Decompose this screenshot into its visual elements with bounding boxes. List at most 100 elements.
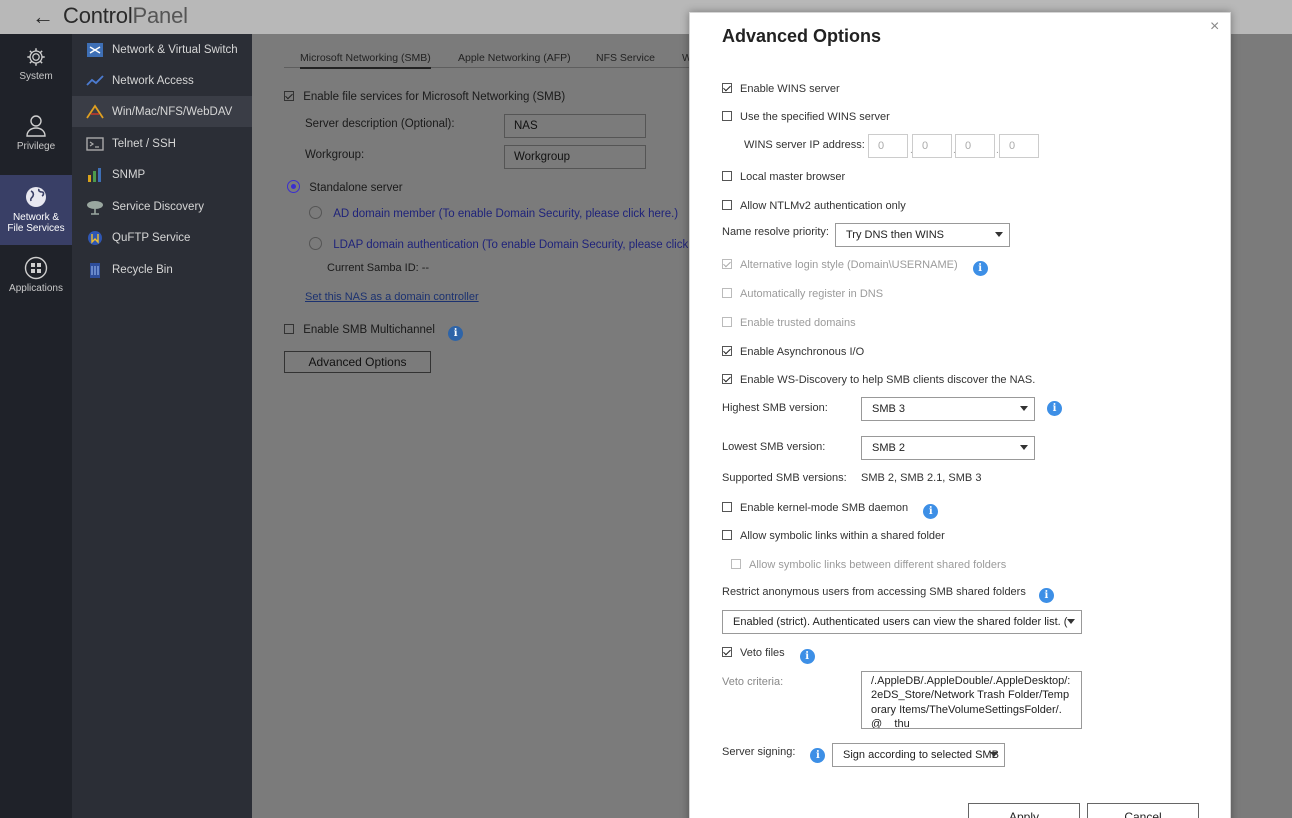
back-arrow-icon[interactable]: ← bbox=[32, 4, 54, 30]
lowest-smb-select[interactable]: SMB 2 bbox=[861, 436, 1035, 460]
kernel-mode-row: Enable kernel-mode SMB daemon i bbox=[722, 502, 939, 519]
enable-smb-checkbox[interactable] bbox=[284, 91, 294, 101]
enable-smb-row: Enable file services for Microsoft Netwo… bbox=[284, 91, 565, 103]
ldap-auth-row: LDAP domain authentication (To enable Do… bbox=[309, 237, 721, 251]
user-icon bbox=[26, 115, 46, 137]
wins-server-checkbox[interactable] bbox=[722, 83, 732, 93]
wins-ip-octet-3[interactable]: 0 bbox=[955, 134, 995, 158]
tab-microsoft-networking[interactable]: Microsoft Networking (SMB) bbox=[300, 52, 431, 69]
alt-login-checkbox[interactable] bbox=[722, 259, 732, 269]
info-icon[interactable]: i bbox=[972, 261, 988, 276]
ad-member-radio[interactable] bbox=[309, 206, 322, 219]
close-icon[interactable]: × bbox=[1210, 18, 1219, 36]
subnav-item-service-discovery[interactable]: Service Discovery bbox=[72, 191, 252, 222]
globe-icon bbox=[26, 187, 46, 207]
standalone-server-radio[interactable] bbox=[287, 180, 300, 193]
rail-label-network-line1: Network & bbox=[12, 212, 60, 223]
ws-discovery-row: Enable WS-Discovery to help SMB clients … bbox=[722, 374, 1035, 386]
veto-criteria-label: Veto criteria: bbox=[722, 676, 784, 688]
subnav-item-snmp[interactable]: SNMP bbox=[72, 159, 252, 190]
apply-button[interactable]: Apply bbox=[968, 803, 1080, 818]
rail-item-applications[interactable]: Applications bbox=[0, 256, 72, 298]
alt-login-row: Alternative login style (Domain\USERNAME… bbox=[722, 259, 988, 276]
auto-register-row: Automatically register in DNS bbox=[722, 288, 883, 300]
trusted-domains-row: Enable trusted domains bbox=[722, 317, 856, 329]
ad-member-row: AD domain member (To enable Domain Secur… bbox=[309, 206, 678, 220]
server-signing-value: Sign according to selected SMB bbox=[843, 749, 999, 761]
trusted-domains-checkbox[interactable] bbox=[722, 317, 732, 327]
advanced-options-button[interactable]: Advanced Options bbox=[284, 351, 431, 373]
alt-login-label: Alternative login style (Domain\USERNAME… bbox=[740, 259, 958, 271]
subnav-item-quftp-service[interactable]: QuFTP Service bbox=[72, 222, 252, 253]
subnav-item-network-virtual-switch[interactable]: Network & Virtual Switch bbox=[72, 34, 252, 65]
rail-label-privilege: Privilege bbox=[16, 141, 56, 152]
subnav-item-telnet-ssh[interactable]: Telnet / SSH bbox=[72, 128, 252, 159]
local-master-row: Local master browser bbox=[722, 171, 845, 183]
auto-register-checkbox[interactable] bbox=[722, 288, 732, 298]
ad-member-label[interactable]: AD domain member (To enable Domain Secur… bbox=[333, 208, 678, 220]
ntlmv2-checkbox[interactable] bbox=[722, 200, 732, 210]
trusted-domains-label: Enable trusted domains bbox=[740, 317, 856, 329]
terminal-icon bbox=[86, 136, 104, 151]
standalone-server-label: Standalone server bbox=[309, 182, 403, 194]
network-icon bbox=[86, 74, 104, 86]
ws-discovery-checkbox[interactable] bbox=[722, 374, 732, 384]
subnav-label: Network Access bbox=[112, 74, 194, 87]
veto-files-row: Veto files i bbox=[722, 647, 815, 664]
async-io-label: Enable Asynchronous I/O bbox=[740, 346, 865, 358]
symlinks-between-checkbox[interactable] bbox=[731, 559, 741, 569]
ntlmv2-row: Allow NTLMv2 authentication only bbox=[722, 200, 906, 212]
ldap-auth-label[interactable]: LDAP domain authentication (To enable Do… bbox=[333, 239, 721, 251]
name-resolve-value: Try DNS then WINS bbox=[846, 229, 944, 241]
server-description-input[interactable]: NAS bbox=[504, 114, 646, 138]
info-icon[interactable]: i bbox=[923, 504, 939, 519]
symlinks-checkbox[interactable] bbox=[722, 530, 732, 540]
info-icon[interactable]: i bbox=[448, 326, 464, 341]
info-icon[interactable]: i bbox=[1038, 588, 1054, 603]
veto-files-checkbox[interactable] bbox=[722, 647, 732, 657]
ldap-auth-radio[interactable] bbox=[309, 237, 322, 250]
subnav-item-win-mac-nfs-webdav[interactable]: Win/Mac/NFS/WebDAV bbox=[72, 96, 252, 127]
info-icon[interactable]: i bbox=[810, 748, 826, 763]
wins-ip-octet-2[interactable]: 0 bbox=[912, 134, 952, 158]
rail-item-system[interactable]: System bbox=[0, 46, 72, 86]
tab-nfs-service[interactable]: NFS Service bbox=[596, 52, 655, 64]
rail-item-network-file-services[interactable]: Network & File Services bbox=[0, 175, 72, 245]
chevron-down-icon bbox=[1020, 445, 1028, 450]
smb-multichannel-checkbox[interactable] bbox=[284, 324, 294, 334]
veto-criteria-textarea[interactable]: /.AppleDB/.AppleDouble/.AppleDesktop/:2e… bbox=[861, 671, 1082, 729]
standalone-server-row: Standalone server bbox=[287, 180, 403, 194]
kernel-mode-checkbox[interactable] bbox=[722, 502, 732, 512]
kernel-mode-label: Enable kernel-mode SMB daemon bbox=[740, 502, 909, 514]
samba-id-text: Current Samba ID: -- bbox=[327, 262, 430, 274]
workgroup-input[interactable]: Workgroup bbox=[504, 145, 646, 169]
tab-apple-networking[interactable]: Apple Networking (AFP) bbox=[458, 52, 571, 64]
domain-controller-link[interactable]: Set this NAS as a domain controller bbox=[305, 291, 479, 303]
chevron-down-icon bbox=[995, 232, 1003, 237]
info-icon[interactable]: i bbox=[799, 649, 815, 664]
name-resolve-select[interactable]: Try DNS then WINS bbox=[835, 223, 1010, 247]
highest-smb-select[interactable]: SMB 3 bbox=[861, 397, 1035, 421]
local-master-checkbox[interactable] bbox=[722, 171, 732, 181]
veto-files-label: Veto files bbox=[740, 647, 785, 659]
local-master-label: Local master browser bbox=[740, 171, 846, 183]
highest-smb-label: Highest SMB version: bbox=[722, 402, 828, 414]
supported-smb-label: Supported SMB versions: bbox=[722, 472, 847, 484]
use-wins-checkbox[interactable] bbox=[722, 111, 732, 121]
restrict-anon-select[interactable]: Enabled (strict). Authenticated users ca… bbox=[722, 610, 1082, 634]
async-io-checkbox[interactable] bbox=[722, 346, 732, 356]
server-signing-select[interactable]: Sign according to selected SMB bbox=[832, 743, 1005, 767]
info-icon[interactable]: i bbox=[1047, 401, 1062, 416]
lowest-smb-label: Lowest SMB version: bbox=[722, 441, 826, 453]
subnav-label: SNMP bbox=[112, 168, 146, 181]
rail-item-privilege[interactable]: Privilege bbox=[0, 114, 72, 156]
wins-ip-octet-1[interactable]: 0 bbox=[868, 134, 908, 158]
subnav-item-recycle-bin[interactable]: Recycle Bin bbox=[72, 254, 252, 285]
rail-label-network-line2: File Services bbox=[7, 223, 65, 234]
subnav-item-network-access[interactable]: Network Access bbox=[72, 65, 252, 96]
cancel-button[interactable]: Cancel bbox=[1087, 803, 1199, 818]
wins-server-label: Enable WINS server bbox=[740, 83, 840, 95]
symlinks-between-row: Allow symbolic links between different s… bbox=[731, 559, 1006, 571]
wins-ip-octet-4[interactable]: 0 bbox=[999, 134, 1039, 158]
recycle-bin-icon bbox=[90, 262, 100, 278]
